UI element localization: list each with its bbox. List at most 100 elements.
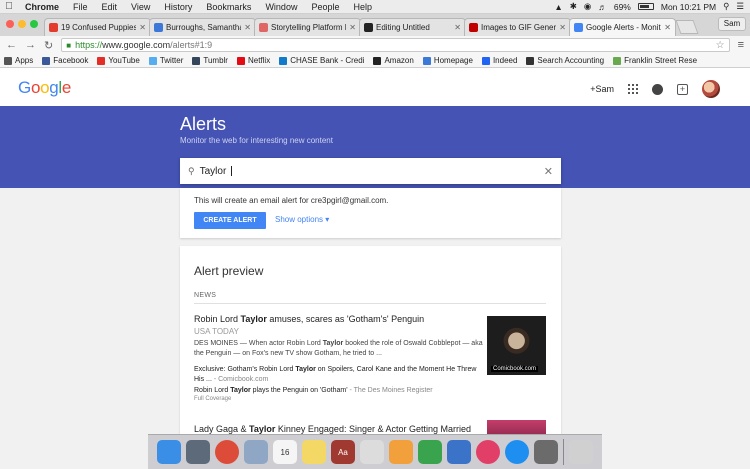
bookmark-twitter[interactable]: Twitter — [148, 56, 183, 65]
close-tab-icon[interactable]: ✕ — [349, 23, 356, 32]
bookmark-youtube[interactable]: YouTube — [97, 56, 140, 65]
browser-tab[interactable]: Storytelling Platform Re ✕ — [254, 18, 361, 36]
bookmark-indeed[interactable]: Indeed — [481, 56, 517, 65]
lock-icon[interactable]: ■ — [66, 41, 71, 50]
menu-file[interactable]: File — [66, 2, 95, 12]
browser-tab[interactable]: Burroughs, Samantha L ✕ — [149, 18, 256, 36]
close-tab-icon[interactable]: ✕ — [664, 23, 671, 32]
trash-icon[interactable] — [569, 440, 593, 464]
menu-window[interactable]: Window — [258, 2, 304, 12]
tab-title: Burroughs, Samantha L — [166, 23, 242, 32]
minimize-window-button[interactable] — [18, 20, 26, 28]
launchpad-icon[interactable] — [186, 440, 210, 464]
menu-edit[interactable]: Edit — [95, 2, 125, 12]
apple-icon[interactable]:  — [0, 1, 18, 12]
avatar[interactable] — [702, 80, 720, 98]
bluetooth-icon[interactable]: ✱ — [570, 1, 577, 12]
back-icon[interactable]: ← — [6, 39, 17, 51]
article-thumbnail[interactable] — [487, 420, 546, 434]
netflix-icon — [236, 56, 245, 65]
itunes-icon[interactable] — [476, 440, 500, 464]
menu-view[interactable]: View — [124, 2, 157, 12]
forward-icon[interactable]: → — [25, 39, 36, 51]
textedit-icon[interactable] — [360, 440, 384, 464]
browser-tab[interactable]: 19 Confused Puppies Lo ✕ — [44, 18, 151, 36]
menu-app-name[interactable]: Chrome — [18, 2, 66, 12]
alert-search-box[interactable]: ⚲ Taylor ✕ — [180, 158, 561, 184]
bookmark-franklin-street[interactable]: Franklin Street Rese — [613, 56, 697, 65]
profile-button[interactable]: Sam — [718, 17, 746, 31]
alert-icon[interactable]: ▲ — [554, 2, 562, 12]
bookmark-chase[interactable]: CHASE Bank - Credi — [279, 56, 364, 65]
bookmark-amazon[interactable]: Amazon — [373, 56, 414, 65]
notifications-icon[interactable] — [652, 83, 663, 95]
close-window-button[interactable] — [6, 20, 14, 28]
news-article: Lady Gaga & Taylor Kinney Engaged: Singe… — [194, 424, 484, 434]
google-logo[interactable]: Google — [18, 78, 71, 98]
news-section-label: NEWS — [194, 292, 217, 299]
bookmark-search-accounting[interactable]: Search Accounting — [526, 56, 604, 65]
bookmark-homepage[interactable]: Homepage — [422, 56, 473, 65]
share-plus-icon[interactable]: + — [677, 83, 688, 95]
create-alert-button[interactable]: CREATE ALERT — [194, 212, 266, 229]
user-name-link[interactable]: +Sam — [590, 84, 614, 94]
pages-icon[interactable] — [389, 440, 413, 464]
bookmark-facebook[interactable]: Facebook — [42, 56, 88, 65]
keynote-icon[interactable] — [447, 440, 471, 464]
close-tab-icon[interactable]: ✕ — [559, 23, 566, 32]
notification-center-icon[interactable]: ☰ — [736, 1, 744, 12]
article-headline[interactable]: Robin Lord Taylor amuses, scares as 'Got… — [194, 314, 484, 324]
chrome-icon[interactable] — [215, 440, 239, 464]
wifi-icon[interactable]: ◉ — [584, 1, 591, 12]
full-coverage-link[interactable]: Full Coverage — [194, 396, 484, 402]
bookmark-star-icon[interactable]: ☆ — [716, 40, 725, 51]
franklin-street-icon — [613, 56, 622, 65]
browser-tab[interactable]: Images to GIF Generato ✕ — [464, 18, 571, 36]
address-bar[interactable]: ■ https://www.google.com/alerts#1:9 ☆ — [61, 38, 730, 52]
numbers-icon[interactable] — [418, 440, 442, 464]
apps-grid-icon[interactable] — [628, 84, 638, 94]
new-tab-button[interactable] — [675, 20, 699, 34]
dictionary-icon[interactable]: Aa — [331, 440, 355, 464]
browser-tab[interactable]: Editing Untitled ✕ — [359, 18, 466, 36]
bookmark-label: Tumblr — [203, 56, 228, 65]
close-tab-icon[interactable]: ✕ — [139, 23, 146, 32]
app-store-icon[interactable] — [505, 440, 529, 464]
article-headline[interactable]: Lady Gaga & Taylor Kinney Engaged: Singe… — [194, 424, 484, 434]
menu-bookmarks[interactable]: Bookmarks — [199, 2, 258, 12]
tab-title: 19 Confused Puppies Lo — [61, 23, 137, 32]
menu-clock[interactable]: Mon 10:21 PM — [661, 2, 716, 12]
zoom-window-button[interactable] — [30, 20, 38, 28]
chrome-menu-icon[interactable]: ≡ — [738, 39, 744, 51]
bookmark-apps[interactable]: Apps — [4, 56, 33, 65]
close-tab-icon[interactable]: ✕ — [244, 23, 251, 32]
page-content: Google +Sam + Alerts Monitor the web for… — [0, 68, 750, 434]
spotlight-icon[interactable]: ⚲ — [723, 1, 729, 12]
bookmark-netflix[interactable]: Netflix — [236, 56, 270, 65]
search-input[interactable]: Taylor — [200, 166, 227, 177]
battery-icon[interactable] — [637, 3, 654, 10]
notes-icon[interactable] — [302, 440, 326, 464]
article-source: USA TODAY — [194, 327, 239, 336]
menu-history[interactable]: History — [157, 2, 199, 12]
finder-icon[interactable] — [157, 440, 181, 464]
battery-percent[interactable]: 69% — [614, 2, 631, 12]
bookmark-tumblr[interactable]: Tumblr — [192, 56, 228, 65]
reload-icon[interactable]: ↻ — [44, 39, 53, 52]
chevron-down-icon: ▾ — [325, 215, 330, 224]
bookmark-label: Search Accounting — [537, 56, 605, 65]
clear-search-icon[interactable]: ✕ — [544, 165, 553, 178]
preview-icon[interactable] — [244, 440, 268, 464]
related-article-link[interactable]: Exclusive: Gotham's Robin Lord Taylor on… — [194, 365, 484, 385]
show-options-link[interactable]: Show options ▾ — [275, 215, 329, 224]
tab-favicon — [469, 23, 478, 32]
close-tab-icon[interactable]: ✕ — [454, 23, 461, 32]
browser-tab-active[interactable]: Google Alerts - Monitor ✕ — [569, 18, 676, 36]
calendar-icon[interactable]: 16 — [273, 440, 297, 464]
related-article-link[interactable]: Robin Lord Taylor plays the Penguin on '… — [194, 387, 484, 394]
article-thumbnail[interactable]: Comicbook.com — [487, 316, 546, 375]
menu-people[interactable]: People — [304, 2, 346, 12]
system-preferences-icon[interactable] — [534, 440, 558, 464]
menu-help[interactable]: Help — [346, 2, 379, 12]
volume-icon[interactable]: ♬ — [598, 2, 607, 12]
